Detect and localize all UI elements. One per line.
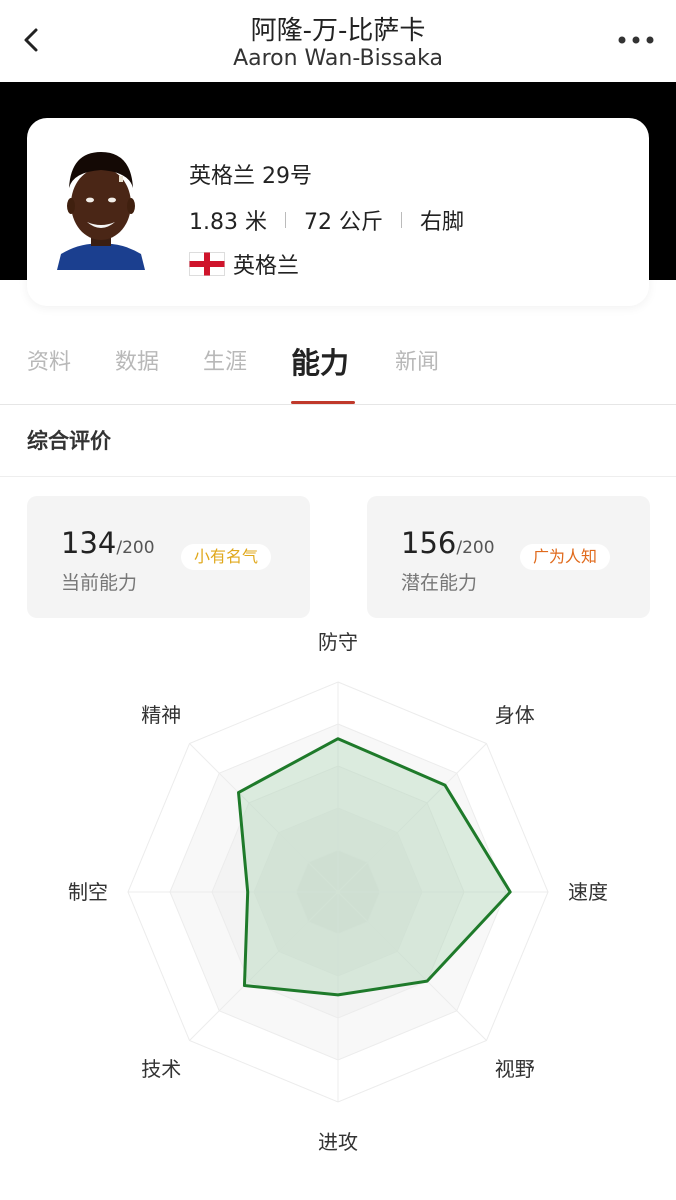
tab-career[interactable]: 生涯: [203, 344, 247, 376]
team-number: 英格兰 29号: [189, 164, 312, 189]
radar-axis-label: 身体: [495, 703, 535, 727]
radar-axis-label: 制空: [68, 880, 108, 904]
current-ability-badge: 小有名气: [181, 544, 272, 570]
divider: [0, 476, 676, 477]
current-ability-value: 134/200: [61, 526, 155, 560]
page-title: 阿隆-万-比萨卡: [250, 16, 426, 46]
divider: [400, 212, 402, 228]
potential-ability-score: 156: [401, 526, 457, 560]
tab-stats[interactable]: 数据: [115, 344, 159, 376]
tab-profile[interactable]: 资料: [27, 344, 71, 376]
section-title: 综合评价: [27, 429, 111, 453]
radar-axis-label: 进攻: [318, 1130, 358, 1154]
england-flag-icon: [189, 252, 225, 276]
current-ability-score: 134: [61, 526, 117, 560]
potential-ability-value: 156/200: [401, 526, 495, 560]
tab-news[interactable]: 新闻: [395, 344, 439, 376]
foot-value: 右脚: [419, 210, 464, 235]
tab-ability[interactable]: 能力: [291, 340, 349, 382]
top-bar: 阿隆-万-比萨卡 Aaron Wan-Bissaka: [0, 0, 676, 82]
more-button[interactable]: [616, 26, 656, 54]
page-subtitle: Aaron Wan-Bissaka: [233, 46, 443, 71]
ability-radar-chart: 防守身体速度视野进攻 技术 制空 精神: [68, 630, 608, 1154]
nationality-row: 英格兰: [189, 248, 299, 280]
radar-axis-label: 防守: [318, 630, 358, 654]
nationality-label: 英格兰: [233, 254, 300, 279]
current-ability-card: 134/200 当前能力 小有名气: [27, 496, 310, 618]
divider: [284, 212, 286, 228]
current-ability-label: 当前能力: [61, 572, 138, 594]
profile-card: 英格兰 29号 1.83 米 72 公斤 右脚 英格兰: [27, 118, 649, 306]
physical-info: 1.83 米 72 公斤 右脚: [189, 204, 464, 236]
potential-ability-max: /200: [456, 538, 495, 558]
more-icon: [618, 36, 654, 44]
player-avatar: [51, 142, 151, 270]
tab-bar: 资料 数据 生涯 能力 新闻: [0, 320, 676, 405]
weight-value: 72 公斤: [303, 210, 383, 235]
radar-axis-label: 速度: [568, 880, 608, 904]
potential-ability-card: 156/200 潜在能力 广为人知: [367, 496, 650, 618]
potential-ability-badge: 广为人知: [520, 544, 611, 570]
radar-axis-label: 精神: [141, 703, 181, 727]
potential-ability-label: 潜在能力: [401, 572, 478, 594]
height-value: 1.83 米: [189, 210, 267, 235]
active-tab-indicator: [291, 401, 355, 404]
radar-axis-label: 技术: [141, 1057, 181, 1081]
radar-axis-label: 视野: [495, 1057, 535, 1081]
current-ability-max: /200: [116, 538, 155, 558]
